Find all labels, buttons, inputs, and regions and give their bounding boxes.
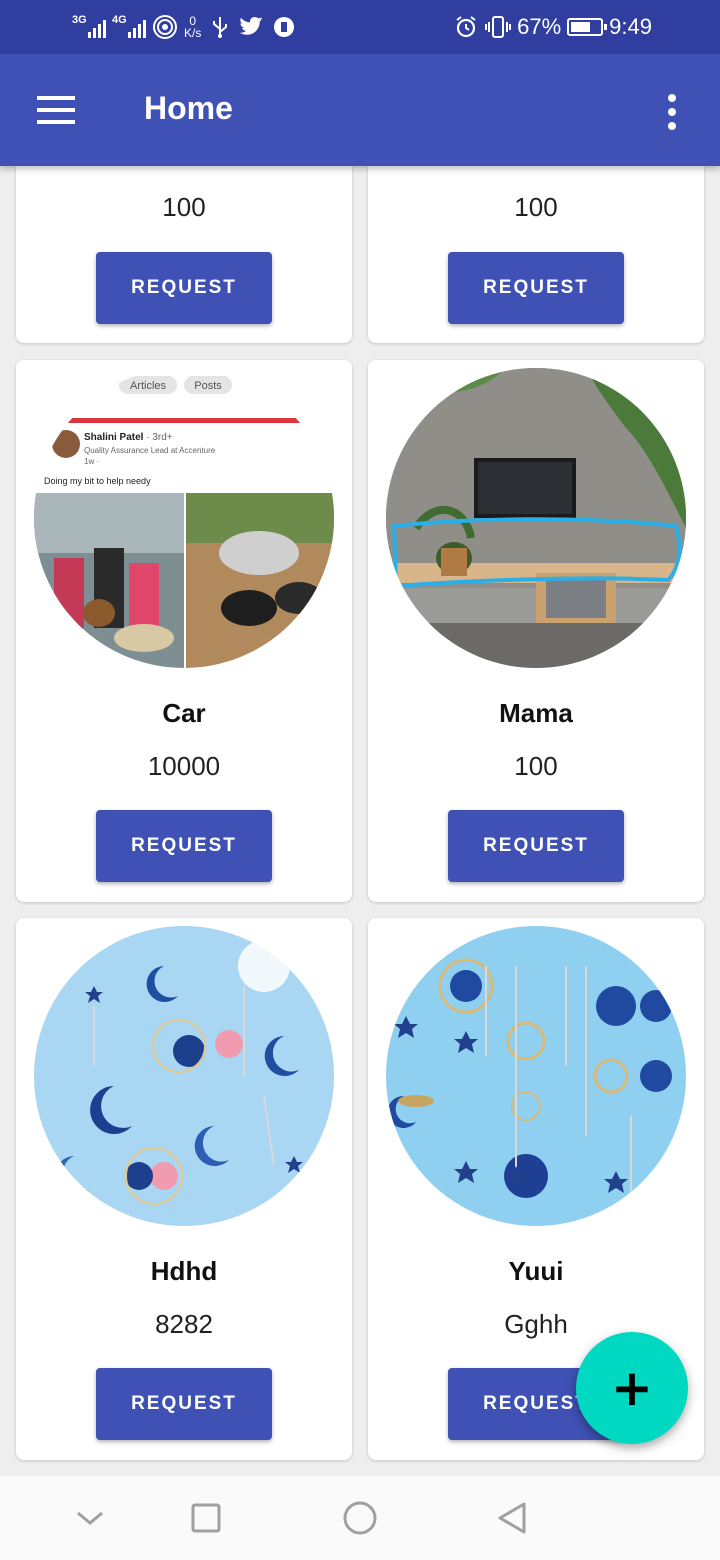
product-image[interactable] xyxy=(386,926,686,1226)
nav-recents-icon[interactable] xyxy=(178,1490,234,1546)
product-image[interactable] xyxy=(386,368,686,668)
post-author: Shalini Patel xyxy=(84,432,144,443)
product-price: 8282 xyxy=(155,1309,213,1339)
signal-4g-icon: 4G xyxy=(112,14,146,38)
product-card: Articles Posts Shalini Patel · 3rd+ Qual… xyxy=(16,360,352,902)
speed-unit: K/s xyxy=(184,26,202,40)
network-speed: 0 K/s xyxy=(184,15,201,39)
post-author-meta: · 3rd+ xyxy=(146,432,173,443)
post-time: 1w · xyxy=(84,457,99,466)
status-left: 3G 4G 0 K/s xyxy=(72,10,297,44)
product-image[interactable]: Articles Posts Shalini Patel · 3rd+ Qual… xyxy=(34,368,334,668)
product-photo-yuui xyxy=(386,926,686,1226)
request-button[interactable]: REQUEST xyxy=(96,252,272,324)
product-name: Mama xyxy=(499,698,573,728)
product-image[interactable] xyxy=(34,926,334,1226)
post-text: Doing my bit to help needy xyxy=(44,476,151,486)
svg-text:Shalini Patel · 3rd+: Shalini Patel · 3rd+ xyxy=(84,432,173,443)
product-card: 100 REQUEST xyxy=(16,150,352,343)
product-name: Hdhd xyxy=(150,1256,218,1286)
add-fab-button[interactable]: + xyxy=(576,1332,688,1444)
product-price: 100 xyxy=(514,751,558,781)
nav-back-icon[interactable] xyxy=(484,1490,540,1546)
request-button[interactable]: REQUEST xyxy=(96,810,272,882)
request-button[interactable]: REQUEST xyxy=(448,252,624,324)
app-notification-icon xyxy=(271,14,297,40)
hamburger-menu-icon[interactable] xyxy=(28,86,84,134)
more-options-icon[interactable] xyxy=(652,90,692,134)
product-photo-hdhd xyxy=(34,926,334,1226)
network-type-2: 4G xyxy=(112,14,127,26)
status-right: 67% 9:49 xyxy=(453,10,652,44)
post-tab-posts: Posts xyxy=(194,380,222,392)
twitter-icon xyxy=(239,14,265,40)
product-card: Hdhd 8282 REQUEST xyxy=(16,918,352,1460)
system-navigation-bar xyxy=(0,1476,720,1560)
network-type-1: 3G xyxy=(72,14,87,26)
signal-3g-icon: 3G xyxy=(72,14,106,38)
nav-home-icon[interactable] xyxy=(332,1490,388,1546)
app-bar: Home xyxy=(0,54,720,166)
product-name: Car xyxy=(162,698,206,728)
battery-percent: 67% xyxy=(517,14,562,39)
request-button[interactable]: REQUEST xyxy=(96,1368,272,1440)
product-price: 100 xyxy=(162,192,206,222)
clock: 9:49 xyxy=(609,14,652,39)
status-bar: 3G 4G 0 K/s 67% 9:49 xyxy=(0,0,720,54)
product-photo-car: Articles Posts Shalini Patel · 3rd+ Qual… xyxy=(34,368,334,668)
product-photo-mama xyxy=(386,368,686,668)
post-author-role: Quality Assurance Lead at Accenture xyxy=(84,446,216,455)
request-button[interactable]: REQUEST xyxy=(448,810,624,882)
product-card: 100 REQUEST xyxy=(368,150,704,343)
vibrate-icon xyxy=(485,14,512,40)
hotspot-icon xyxy=(152,14,178,40)
alarm-icon xyxy=(453,14,479,40)
product-price: 10000 xyxy=(147,751,221,781)
battery-icon xyxy=(567,18,608,36)
product-card: Mama 100 REQUEST xyxy=(368,360,704,902)
product-price: 100 xyxy=(514,192,558,222)
product-name: Yuui xyxy=(508,1256,564,1286)
page-title: Home xyxy=(144,90,233,126)
usb-icon xyxy=(207,14,233,40)
post-tab-articles: Articles xyxy=(130,380,167,392)
nav-collapse-chevron-icon[interactable] xyxy=(62,1490,118,1546)
